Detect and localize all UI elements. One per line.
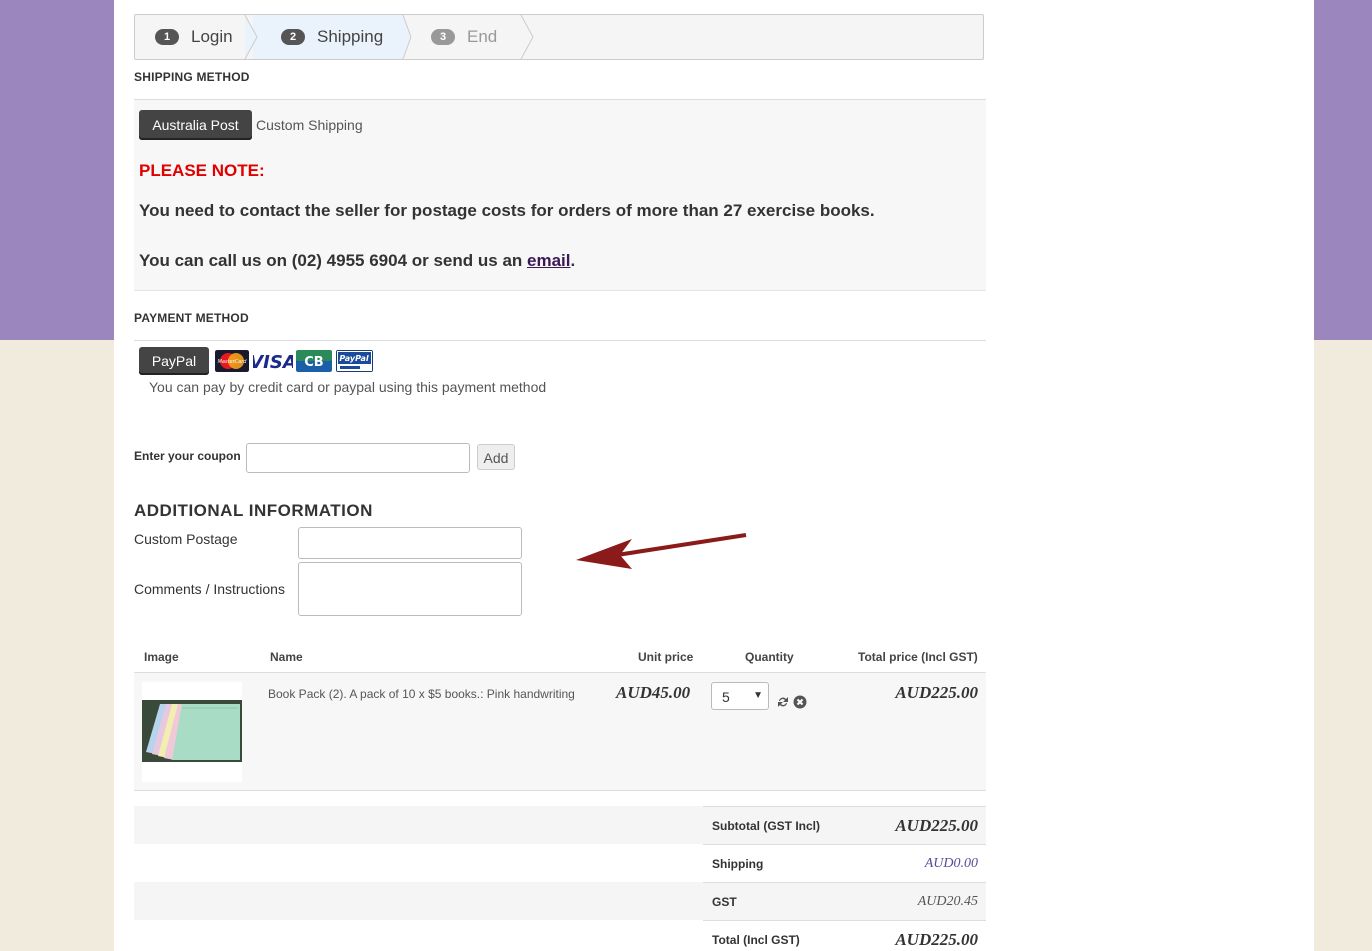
payment-description: You can pay by credit card or paypal usi… (149, 379, 547, 395)
step-end: 3 End (403, 15, 533, 59)
total-row: Total (Incl GST) AUD225.00 (703, 920, 986, 951)
chevron-down-icon: ▼ (753, 690, 763, 701)
column-header-unit-price: Unit price (638, 650, 694, 664)
paypal-icon: PayPal (336, 350, 373, 372)
line-total: AUD225.00 (895, 683, 978, 702)
additional-info-heading: ADDITIONAL INFORMATION (134, 501, 373, 520)
remove-icon[interactable] (793, 695, 807, 709)
shipping-method-panel: Australia Post Custom Shipping PLEASE NO… (134, 100, 986, 291)
totals-spacer (134, 882, 704, 920)
arrow-annotation-icon (576, 533, 747, 569)
mastercard-icon: MasterCard (215, 350, 249, 372)
product-image[interactable] (142, 682, 242, 782)
refresh-icon[interactable] (776, 695, 790, 709)
paypal-option[interactable]: PayPal (139, 347, 209, 375)
step-label: End (467, 27, 498, 46)
email-link[interactable]: email (527, 251, 570, 270)
unit-price: AUD45.00 (616, 683, 691, 702)
step-number: 1 (155, 29, 179, 45)
subtotal-value: AUD225.00 (895, 816, 978, 835)
mastercard-text: MasterCard (218, 359, 248, 365)
quantity-value: 5 (722, 689, 730, 705)
step-label: Login (191, 27, 233, 46)
comments-textarea[interactable] (298, 562, 522, 616)
paypal-text: PayPal (339, 354, 368, 363)
shipping-label: Shipping (712, 857, 764, 871)
step-login[interactable]: 1 Login (135, 15, 253, 59)
column-header-image: Image (144, 650, 179, 664)
payment-method-heading: PAYMENT METHOD (134, 311, 249, 325)
australia-post-option[interactable]: Australia Post (139, 110, 252, 140)
table-row: Book Pack (2). A pack of 10 x $5 books.:… (134, 672, 986, 791)
gst-row: GST AUD20.45 (703, 882, 986, 920)
step-label: Shipping (317, 27, 384, 46)
contact-text-suffix: . (570, 251, 576, 270)
step-number: 3 (431, 29, 455, 45)
divider (134, 340, 986, 341)
shipping-value: AUD0.00 (924, 856, 978, 871)
quantity-select[interactable]: 5 ▼ (711, 682, 769, 710)
step-chevron-icon (397, 15, 412, 59)
custom-postage-input[interactable] (298, 527, 522, 559)
column-header-quantity: Quantity (745, 650, 794, 664)
step-chevron-icon (520, 15, 534, 59)
gst-value: AUD20.45 (917, 894, 978, 909)
subtotal-row: Subtotal (GST Incl) AUD225.00 (703, 806, 986, 844)
coupon-input[interactable] (246, 443, 470, 473)
checkout-page: 1 Login 2 Shipping 3 End SHIPPING METHOD… (114, 0, 1314, 951)
checkout-steps: 1 Login 2 Shipping 3 End (134, 14, 984, 60)
custom-shipping-option[interactable]: Custom Shipping (256, 117, 363, 133)
column-header-total: Total price (Incl GST) (858, 650, 978, 664)
contact-text-prefix: You can call us on (02) 4955 6904 or sen… (139, 251, 528, 270)
step-chevron-icon (244, 15, 258, 59)
column-header-name: Name (270, 650, 303, 664)
contact-text: You can call us on (02) 4955 6904 or sen… (139, 251, 575, 271)
gst-label: GST (712, 895, 737, 909)
add-coupon-button[interactable]: Add (477, 444, 515, 470)
custom-postage-label: Custom Postage (134, 531, 238, 547)
step-number: 2 (281, 29, 305, 45)
cb-text: CB (304, 355, 323, 370)
visa-icon: VISA (253, 350, 293, 372)
note-text: You need to contact the seller for posta… (139, 201, 875, 220)
product-name[interactable]: Book Pack (2). A pack of 10 x $5 books.:… (268, 687, 575, 701)
product-thumbnail-icon (142, 700, 242, 762)
shipping-method-heading: SHIPPING METHOD (134, 70, 250, 84)
step-shipping[interactable]: 2 Shipping (253, 15, 403, 59)
shipping-row: Shipping AUD0.00 (703, 844, 986, 882)
subtotal-label: Subtotal (GST Incl) (712, 819, 820, 833)
coupon-label: Enter your coupon (134, 449, 241, 463)
totals-spacer (134, 806, 704, 844)
comments-label: Comments / Instructions (134, 581, 285, 597)
total-value: AUD225.00 (895, 930, 978, 949)
note-title: PLEASE NOTE: (139, 161, 265, 180)
cb-icon: CB (296, 350, 332, 372)
total-label: Total (Incl GST) (712, 933, 800, 947)
visa-text: VISA (253, 352, 293, 372)
